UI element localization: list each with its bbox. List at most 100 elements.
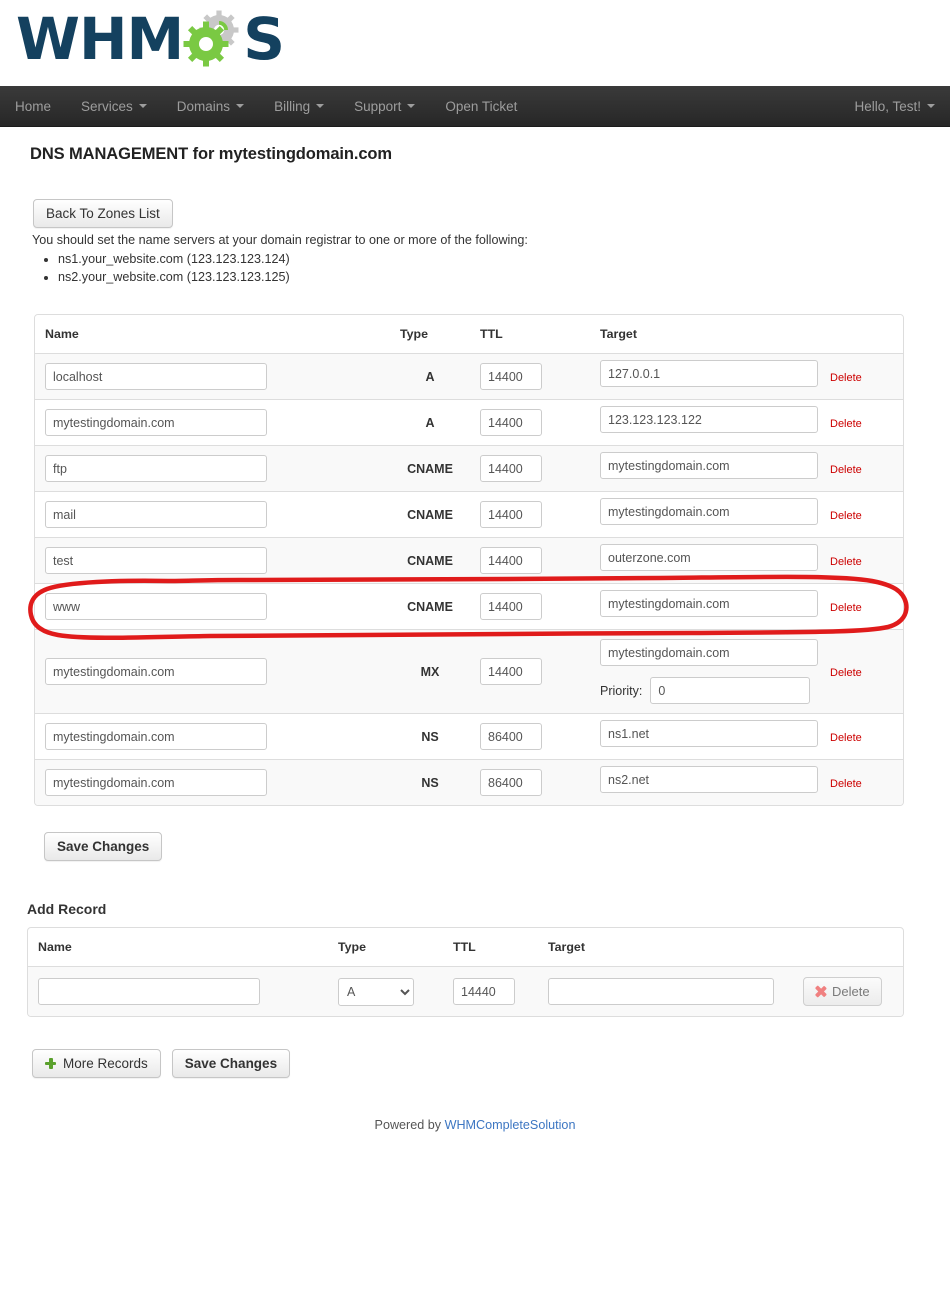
record-action-cell: Delete <box>820 445 903 492</box>
record-type-cell: CNAME <box>390 537 470 584</box>
record-ttl-cell <box>470 445 590 492</box>
nav-item-home[interactable]: Home <box>0 86 66 126</box>
record-ttl-cell <box>470 629 590 714</box>
record-name-input[interactable] <box>45 363 267 390</box>
record-name-input[interactable] <box>45 593 267 620</box>
delete-record-link[interactable]: Delete <box>830 602 862 614</box>
record-target-cell <box>590 445 820 492</box>
record-target-input[interactable] <box>600 452 818 479</box>
nav-item-support[interactable]: Support <box>339 86 430 126</box>
record-target-cell <box>590 537 820 584</box>
close-icon <box>815 986 826 997</box>
logo-text-left: WHM <box>16 5 184 73</box>
record-name-input[interactable] <box>45 658 267 685</box>
record-target-cell <box>590 399 820 446</box>
save-changes-button-bottom[interactable]: Save Changes <box>171 1049 291 1078</box>
nameserver-list: ns1.your_website.com (123.123.123.124) n… <box>24 250 926 286</box>
gear-icon-svg <box>183 10 239 67</box>
table-header-row: Name Type TTL Target <box>35 315 903 354</box>
add-ttl-cell <box>443 966 538 1016</box>
nav-item-account[interactable]: Hello, Test! <box>839 86 950 126</box>
record-name-input[interactable] <box>45 769 267 796</box>
record-action-cell: Delete <box>820 399 903 446</box>
record-name-input[interactable] <box>45 547 267 574</box>
record-target-input[interactable] <box>600 590 818 617</box>
add-record-target-input[interactable] <box>548 978 774 1005</box>
record-ttl-input[interactable] <box>480 723 542 750</box>
record-type-cell: A <box>390 399 470 446</box>
chevron-down-icon <box>316 104 325 108</box>
back-to-zones-list-button[interactable]: Back To Zones List <box>33 199 173 228</box>
delete-record-link[interactable]: Delete <box>830 372 862 384</box>
delete-record-link[interactable]: Delete <box>830 418 862 430</box>
back-button-row: Back To Zones List <box>24 164 926 228</box>
record-ttl-input[interactable] <box>480 658 542 685</box>
add-record-heading: Add Record <box>27 901 107 917</box>
save-changes-button-top[interactable]: Save Changes <box>44 832 163 861</box>
table-row: NS Delete <box>35 759 903 805</box>
more-records-button[interactable]: More Records <box>32 1049 161 1078</box>
nav-item-label: Domains <box>176 98 231 114</box>
record-target-input[interactable] <box>600 720 818 747</box>
nav-item-services[interactable]: Services <box>66 86 162 126</box>
record-target-cell <box>590 713 820 760</box>
nav-item-billing[interactable]: Billing <box>259 86 339 126</box>
table-row: MX Priority: Delete <box>35 629 903 714</box>
record-target-input[interactable] <box>600 406 818 433</box>
delete-record-link[interactable]: Delete <box>830 667 862 679</box>
list-item: ns2.your_website.com (123.123.123.125) <box>58 268 926 286</box>
record-ttl-cell <box>470 537 590 584</box>
account-label: Hello, Test! <box>854 98 921 114</box>
table-header-row: Name Type TTL Target <box>28 928 903 967</box>
whmcs-logo[interactable]: WHM S <box>16 5 285 73</box>
page-title: DNS MANAGEMENT for mytestingdomain.com <box>24 127 926 164</box>
nav-item-open-ticket[interactable]: Open Ticket <box>430 86 532 126</box>
record-ttl-cell <box>470 399 590 446</box>
delete-record-link[interactable]: Delete <box>830 778 862 790</box>
logo-header: WHM S <box>0 0 950 86</box>
footer-whmcs-link[interactable]: WHMCompleteSolution <box>445 1118 576 1132</box>
record-ttl-input[interactable] <box>480 363 542 390</box>
delete-record-link[interactable]: Delete <box>830 464 862 476</box>
record-target-cell <box>590 583 820 630</box>
record-ttl-input[interactable] <box>480 593 542 620</box>
plus-icon <box>45 1058 56 1069</box>
logo-text-right: S <box>243 5 285 73</box>
add-record-table-wrapper: Name Type TTL Target A CNAME MX <box>27 927 904 1017</box>
nav-item-label: Services <box>81 98 133 114</box>
delete-record-link[interactable]: Delete <box>830 732 862 744</box>
record-name-input[interactable] <box>45 501 267 528</box>
nav-item-domains[interactable]: Domains <box>162 86 259 126</box>
add-type-cell: A CNAME MX NS TXT SRV AAAA <box>328 966 443 1016</box>
record-target-input[interactable] <box>600 639 818 666</box>
record-ttl-input[interactable] <box>480 409 542 436</box>
record-action-cell: Delete <box>820 491 903 538</box>
record-name-input[interactable] <box>45 409 267 436</box>
table-row: CNAME Delete <box>35 583 903 630</box>
delete-record-link[interactable]: Delete <box>830 510 862 522</box>
record-name-cell <box>35 399 390 446</box>
record-name-input[interactable] <box>45 455 267 482</box>
add-record-type-select[interactable]: A CNAME MX NS TXT SRV AAAA <box>338 977 414 1006</box>
column-header-ttl: TTL <box>443 928 538 967</box>
main-navbar: Home Services Domains Billing Support Op… <box>0 86 950 127</box>
delete-record-link[interactable]: Delete <box>830 556 862 568</box>
add-record-delete-button[interactable]: Delete <box>803 977 882 1006</box>
record-ttl-input[interactable] <box>480 547 542 574</box>
add-record-name-input[interactable] <box>38 978 260 1005</box>
record-target-input[interactable] <box>600 544 818 571</box>
record-target-input[interactable] <box>600 498 818 525</box>
record-ttl-input[interactable] <box>480 769 542 796</box>
add-name-cell <box>28 966 328 1016</box>
record-ttl-input[interactable] <box>480 455 542 482</box>
list-item: ns1.your_website.com (123.123.123.124) <box>58 250 926 268</box>
record-name-input[interactable] <box>45 723 267 750</box>
record-type-cell: NS <box>390 759 470 805</box>
record-priority-input[interactable] <box>650 677 811 704</box>
add-record-ttl-input[interactable] <box>453 978 515 1005</box>
record-name-cell <box>35 491 390 538</box>
record-target-input[interactable] <box>600 360 818 387</box>
record-ttl-input[interactable] <box>480 501 542 528</box>
record-target-input[interactable] <box>600 766 818 793</box>
record-ttl-cell <box>470 759 590 805</box>
